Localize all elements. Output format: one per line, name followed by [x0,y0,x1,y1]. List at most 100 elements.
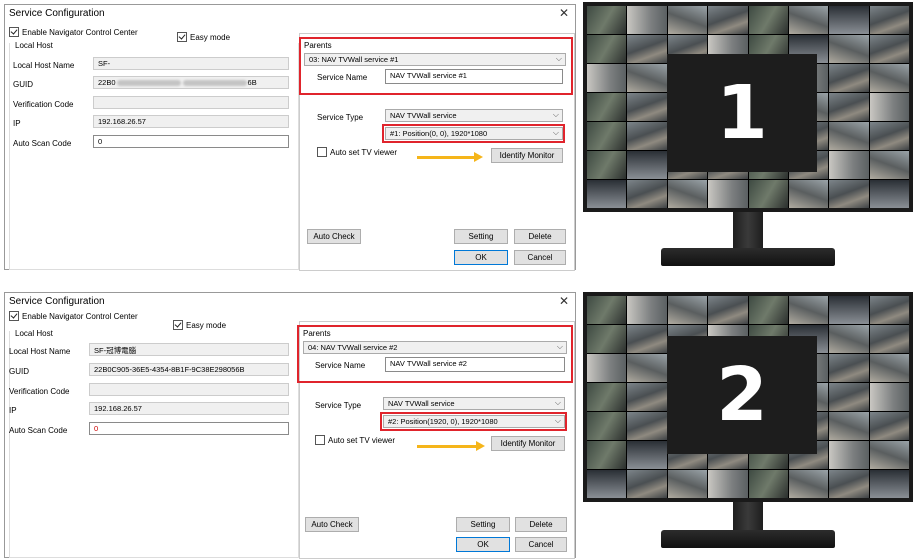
position-select[interactable]: #2: Position(1920, 0), 1920*1080 ⌵ [383,415,565,428]
ip-label: IP [9,406,17,415]
position-select[interactable]: #1: Position(0, 0), 1920*1080 ⌵ [385,127,563,140]
camera-tile [667,6,708,34]
close-icon[interactable]: ✕ [559,294,569,308]
service-type-label: Service Type [315,401,362,410]
ok-button[interactable]: OK [454,250,508,265]
camera-tile [627,470,667,498]
service-name-input[interactable]: NAV TVWall service #2 [385,357,565,372]
camera-tile [869,470,909,498]
service-name-input[interactable]: NAV TVWall service #1 [385,69,563,84]
delete-button[interactable]: Delete [515,517,567,532]
camera-tile [869,412,909,440]
parents-select[interactable]: 04: NAV TVWall service #2 ⌵ [303,341,567,354]
parents-label: Parents [304,41,332,50]
auto-check-button[interactable]: Auto Check [305,517,359,532]
setting-button[interactable]: Setting [456,517,510,532]
enable-ncc-checkbox[interactable]: Enable Navigator Control Center [9,311,138,321]
camera-tile [587,35,627,63]
camera-tile [708,296,748,324]
service-type-value: NAV TVWall service [388,399,455,408]
camera-tile [627,383,667,411]
title-bar: Service Configuration ✕ [5,5,575,23]
camera-tile [869,325,909,353]
camera-tile [829,325,869,353]
easy-mode-checkbox[interactable]: Easy mode [177,32,230,42]
identify-monitor-button[interactable]: Identify Monitor [491,148,563,163]
position-value: #2: Position(1920, 0), 1920*1080 [388,417,498,426]
delete-button[interactable]: Delete [514,229,566,244]
service-configuration-dialog-2: Service Configuration ✕ Enable Navigator… [4,292,576,559]
easy-mode-checkbox[interactable]: Easy mode [173,320,226,330]
dialog-title: Service Configuration [9,296,105,307]
camera-tile [748,180,788,208]
camera-tile [627,151,667,179]
monitor-stand [733,502,763,532]
monitor-2: 2 [583,292,913,554]
auto-set-tv-checkbox[interactable]: Auto set TV viewer [315,435,395,445]
auto-scan-code-input[interactable]: 0 [93,135,289,148]
service-type-value: NAV TVWall service [390,111,457,120]
camera-tile [869,6,909,34]
checkbox-checked-icon [177,32,187,42]
enable-ncc-checkbox[interactable]: Enable Navigator Control Center [9,27,138,37]
parents-value: 04: NAV TVWall service #2 [308,343,398,352]
guid-prefix: 22B0 [98,78,116,87]
service-name-label: Service Name [315,361,366,370]
monitor-screen: 2 [583,292,913,502]
camera-tile [829,296,869,324]
cancel-button[interactable]: Cancel [515,537,567,552]
camera-tile [587,6,627,34]
chevron-down-icon: ⌵ [554,416,561,425]
service-type-select[interactable]: NAV TVWall service ⌵ [383,397,565,410]
camera-tile [587,441,627,469]
camera-tile [708,180,748,208]
camera-tile [869,296,909,324]
service-type-select[interactable]: NAV TVWall service ⌵ [385,109,563,122]
checkbox-checked-icon [173,320,183,330]
camera-tile [627,441,667,469]
checkbox-unchecked-icon [317,147,327,157]
cancel-button[interactable]: Cancel [514,250,566,265]
service-configuration-dialog-1: Service Configuration ✕ Enable Navigator… [4,4,576,271]
identify-monitor-button[interactable]: Identify Monitor [491,436,565,451]
guid-label: GUID [9,367,29,376]
camera-tile [587,354,627,382]
camera-tile [829,35,869,63]
auto-check-button[interactable]: Auto Check [307,229,361,244]
verification-code-field [89,383,289,396]
parents-highlight [297,325,573,383]
parents-label: Parents [303,329,331,338]
dialog-title: Service Configuration [9,8,105,19]
camera-tile [869,180,909,208]
ok-button[interactable]: OK [456,537,510,552]
ip-field: 192.168.26.57 [89,402,289,415]
camera-tile [708,470,748,498]
camera-tile [829,412,869,440]
monitor-1: 1 [583,2,913,274]
enable-ncc-label: Enable Navigator Control Center [22,27,138,37]
close-icon[interactable]: ✕ [559,6,569,20]
local-host-name-field: SF- [93,57,289,70]
checkbox-checked-icon [9,311,19,321]
redacted-blur [116,80,181,87]
auto-set-tv-label: Auto set TV viewer [328,435,395,445]
local-host-name-field: SF-冠博電腦 [89,343,289,356]
auto-set-tv-checkbox[interactable]: Auto set TV viewer [317,147,397,157]
camera-tile [869,122,909,150]
position-value: #1: Position(0, 0), 1920*1080 [390,129,488,138]
camera-tile [829,93,869,121]
checkbox-checked-icon [9,27,19,37]
setting-button[interactable]: Setting [454,229,508,244]
camera-tile [829,441,869,469]
local-host-heading: Local Host [15,329,53,338]
identify-overlay: 1 [667,54,817,172]
camera-tile [627,93,667,121]
auto-scan-code-input[interactable]: 0 [89,422,289,435]
camera-tile [748,6,788,34]
camera-tile [829,64,869,92]
auto-set-tv-label: Auto set TV viewer [330,147,397,157]
parents-select[interactable]: 03: NAV TVWall service #1 ⌵ [304,53,566,66]
camera-tile [587,325,627,353]
camera-tile [869,383,909,411]
camera-tile [627,35,667,63]
